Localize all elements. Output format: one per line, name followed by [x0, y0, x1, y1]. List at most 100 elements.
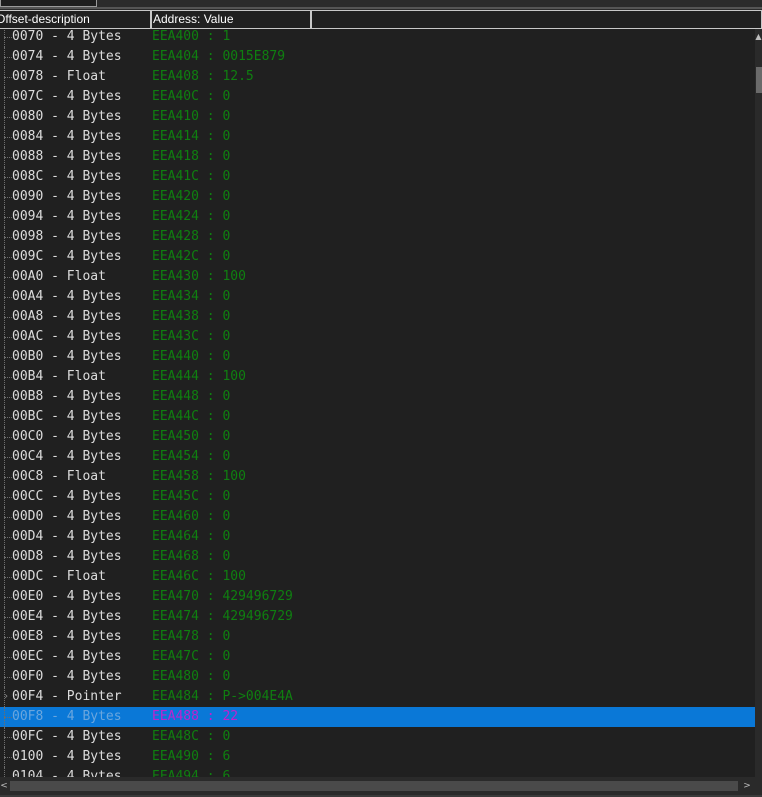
table-row[interactable]: 00B0 - 4 Bytes EEA440 : 0	[0, 347, 755, 367]
offset-description: 00A8 - 4 Bytes	[12, 309, 122, 324]
tree-branch-line	[4, 97, 12, 98]
address-value: EEA434 : 0	[152, 289, 231, 304]
chevron-right-icon[interactable]: ›	[0, 687, 12, 707]
address-value: EEA454 : 0	[152, 449, 231, 464]
tree-branch-line	[4, 37, 12, 38]
table-row[interactable]: 00BC - 4 Bytes EEA44C : 0	[0, 407, 755, 427]
column-header: Offset-description Address: Value	[0, 10, 762, 29]
table-row[interactable]: 00A8 - 4 Bytes EEA438 : 0	[0, 307, 755, 327]
offset-description: 00B4 - Float	[12, 369, 122, 384]
address-value: EEA494 : 6	[152, 769, 231, 777]
address-value: EEA440 : 0	[152, 349, 231, 364]
address-value: EEA42C : 0	[152, 249, 231, 264]
table-row[interactable]: 0100 - 4 Bytes EEA490 : 6	[0, 747, 755, 767]
tree-connector-line	[4, 29, 5, 47]
top-tab-box[interactable]	[0, 0, 97, 7]
address-value: EEA414 : 0	[152, 129, 231, 144]
address-value: EEA458 : 100	[152, 469, 246, 484]
column-header-address[interactable]: Address: Value	[151, 10, 311, 29]
tree-branch-line	[4, 657, 12, 658]
table-row[interactable]: 00D8 - 4 Bytes EEA468 : 0	[0, 547, 755, 567]
tree-branch-line	[4, 617, 12, 618]
tree-branch-line	[4, 117, 12, 118]
offset-description: 00FC - 4 Bytes	[12, 729, 122, 744]
table-row[interactable]: 00C8 - Float EEA458 : 100	[0, 467, 755, 487]
table-row[interactable]: 00E0 - 4 Bytes EEA470 : 429496729	[0, 587, 755, 607]
offset-description: 00D4 - 4 Bytes	[12, 529, 122, 544]
table-row[interactable]: 0070 - 4 Bytes EEA400 : 1	[0, 29, 755, 47]
address-value: EEA40C : 0	[152, 89, 231, 104]
column-header-offset[interactable]: Offset-description	[0, 10, 151, 29]
table-row[interactable]: 00CC - 4 Bytes EEA45C : 0	[0, 487, 755, 507]
address-value: EEA45C : 0	[152, 489, 231, 504]
table-row[interactable]: 0074 - 4 Bytes EEA404 : 0015E879	[0, 47, 755, 67]
tree-branch-line	[4, 77, 12, 78]
tree-branch-line	[4, 477, 12, 478]
tree-branch-line	[4, 737, 12, 738]
offset-description: 00D8 - 4 Bytes	[12, 549, 122, 564]
structure-tree-list[interactable]: 0070 - 4 Bytes EEA400 : 1 0074 - 4 Bytes EE…	[0, 29, 755, 777]
tree-branch-line	[4, 177, 12, 178]
tree-branch-line	[4, 457, 12, 458]
tree-branch-line	[4, 577, 12, 578]
table-row[interactable]: 00D4 - 4 Bytes EEA464 : 0	[0, 527, 755, 547]
table-row[interactable]: 00A0 - Float EEA430 : 100	[0, 267, 755, 287]
offset-description: 00C0 - 4 Bytes	[12, 429, 122, 444]
vertical-scrollbar[interactable]: ▲	[755, 29, 762, 777]
tree-branch-line	[4, 337, 12, 338]
tree-branch-line	[4, 557, 12, 558]
column-header-extra[interactable]	[311, 10, 762, 29]
table-row[interactable]: 00FC - 4 Bytes EEA48C : 0	[0, 727, 755, 747]
table-row[interactable]: 0094 - 4 Bytes EEA424 : 0	[0, 207, 755, 227]
offset-description: 00AC - 4 Bytes	[12, 329, 122, 344]
horizontal-scrollbar-thumb[interactable]	[10, 781, 738, 791]
address-value: EEA450 : 0	[152, 429, 231, 444]
table-row[interactable]: 00E8 - 4 Bytes EEA478 : 0	[0, 627, 755, 647]
address-value: EEA43C : 0	[152, 329, 231, 344]
table-row[interactable]: 009C - 4 Bytes EEA42C : 0	[0, 247, 755, 267]
address-value: EEA47C : 0	[152, 649, 231, 664]
tree-branch-line	[4, 317, 12, 318]
table-row[interactable]: 00D0 - 4 Bytes EEA460 : 0	[0, 507, 755, 527]
table-row[interactable]: 00E4 - 4 Bytes EEA474 : 429496729	[0, 607, 755, 627]
offset-description: 00D0 - 4 Bytes	[12, 509, 122, 524]
table-row[interactable]: 007C - 4 Bytes EEA40C : 0	[0, 87, 755, 107]
table-row[interactable]: 00B8 - 4 Bytes EEA448 : 0	[0, 387, 755, 407]
vertical-scrollbar-thumb[interactable]	[756, 67, 762, 93]
address-value: EEA48C : 0	[152, 729, 231, 744]
table-row[interactable]: 00AC - 4 Bytes EEA43C : 0	[0, 327, 755, 347]
offset-description: 00C8 - Float	[12, 469, 122, 484]
horizontal-scrollbar[interactable]: < >	[0, 777, 762, 795]
offset-description: 00A4 - 4 Bytes	[12, 289, 122, 304]
table-row-selected[interactable]: 00F8 - 4 Bytes EEA488 : 22	[0, 707, 755, 727]
table-row[interactable]: 0078 - Float EEA408 : 12.5	[0, 67, 755, 87]
arrow-up-icon[interactable]: ▲	[755, 31, 762, 43]
table-row[interactable]: 0104 - 4 Bytes EEA494 : 6	[0, 767, 755, 777]
table-row[interactable]: 00F0 - 4 Bytes EEA480 : 0	[0, 667, 755, 687]
table-row[interactable]: 00A4 - 4 Bytes EEA434 : 0	[0, 287, 755, 307]
tree-branch-line	[4, 437, 12, 438]
tree-branch-line	[4, 397, 12, 398]
address-value: EEA404 : 0015E879	[152, 49, 286, 64]
arrow-left-icon[interactable]: <	[0, 777, 8, 795]
table-row[interactable]: 0080 - 4 Bytes EEA410 : 0	[0, 107, 755, 127]
offset-description: 00DC - Float	[12, 569, 122, 584]
table-row[interactable]: 00C0 - 4 Bytes EEA450 : 0	[0, 427, 755, 447]
table-row[interactable]: 0088 - 4 Bytes EEA418 : 0	[0, 147, 755, 167]
table-row[interactable]: 00B4 - Float EEA444 : 100	[0, 367, 755, 387]
table-row[interactable]: 00C4 - 4 Bytes EEA454 : 0	[0, 447, 755, 467]
address-value: EEA464 : 0	[152, 529, 231, 544]
offset-description: 00A0 - Float	[12, 269, 122, 284]
table-row[interactable]: 0084 - 4 Bytes EEA414 : 0	[0, 127, 755, 147]
address-value: EEA474 : 429496729	[152, 609, 293, 624]
table-row[interactable]: › 00F4 - Pointer EEA484 : P->004E4A	[0, 687, 755, 707]
table-row[interactable]: 0090 - 4 Bytes EEA420 : 0	[0, 187, 755, 207]
tree-branch-line	[4, 377, 12, 378]
offset-description: 0080 - 4 Bytes	[12, 109, 122, 124]
table-row[interactable]: 008C - 4 Bytes EEA41C : 0	[0, 167, 755, 187]
tree-branch-line	[4, 137, 12, 138]
table-row[interactable]: 00DC - Float EEA46C : 100	[0, 567, 755, 587]
table-row[interactable]: 0098 - 4 Bytes EEA428 : 0	[0, 227, 755, 247]
arrow-right-icon[interactable]: >	[741, 777, 753, 795]
table-row[interactable]: 00EC - 4 Bytes EEA47C : 0	[0, 647, 755, 667]
